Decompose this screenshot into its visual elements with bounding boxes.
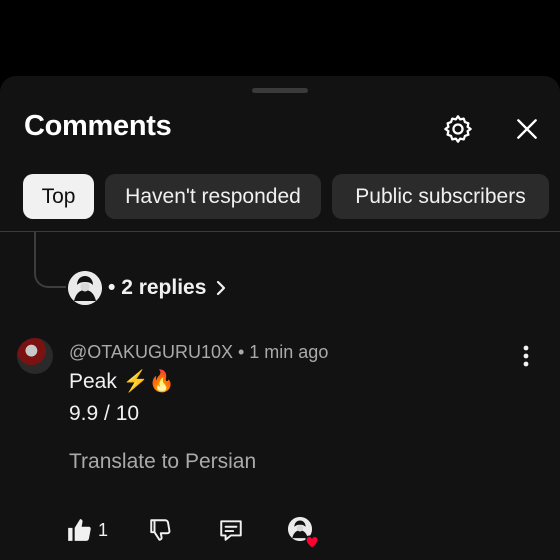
heart-icon [305, 535, 319, 549]
settings-button[interactable] [439, 110, 477, 148]
more-vert-icon [523, 345, 529, 367]
avatar [68, 271, 102, 305]
view-replies-button[interactable]: • 2 replies [68, 270, 228, 306]
comment-time: 1 min ago [249, 342, 329, 362]
chip-havent-responded[interactable]: Haven't responded [105, 174, 321, 219]
dislike-button[interactable] [148, 512, 174, 548]
translate-button[interactable]: Translate to Persian [69, 450, 256, 474]
close-button[interactable] [508, 110, 546, 148]
creator-heart-button[interactable] [288, 512, 319, 549]
comment-text: 9.9 / 10 [69, 402, 140, 425]
thumb-down-icon [150, 519, 171, 541]
more-options-button[interactable] [514, 342, 538, 370]
avatar[interactable] [17, 338, 53, 374]
drag-handle[interactable] [252, 88, 308, 93]
replies-count: 2 replies [121, 276, 207, 299]
like-count: 1 [98, 519, 109, 540]
reply-button[interactable] [218, 512, 244, 548]
comment-icon [220, 520, 242, 541]
chip-top[interactable]: Top [23, 174, 94, 219]
like-button[interactable]: 1 [66, 512, 108, 548]
gear-icon [444, 115, 472, 143]
comment-meta: @OTAKUGURU10X • 1 min ago [69, 342, 329, 362]
page-title: Comments [24, 110, 172, 142]
divider [0, 231, 560, 232]
thumb-up-icon [68, 519, 91, 541]
comments-sheet: Comments Top Haven't responded Public su… [0, 76, 560, 560]
thread-connector [34, 232, 66, 288]
comment-author[interactable]: @OTAKUGURU10X [69, 342, 233, 362]
comment-text: Peak ⚡🔥 [69, 370, 175, 393]
close-icon [517, 119, 537, 139]
chevron-right-icon [214, 279, 228, 297]
chip-public-subscribers[interactable]: Public subscribers [332, 174, 549, 219]
